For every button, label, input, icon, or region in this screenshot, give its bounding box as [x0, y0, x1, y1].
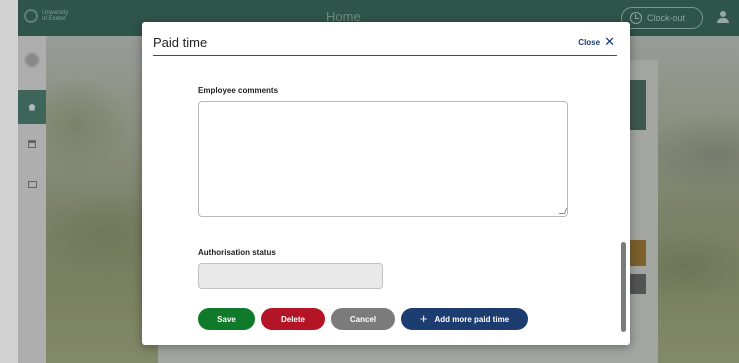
- delete-button[interactable]: Delete: [261, 308, 325, 330]
- close-label: Close: [578, 37, 601, 47]
- modal-title: Paid time: [153, 35, 208, 50]
- authorisation-status-field: [198, 263, 383, 289]
- employee-comments-field[interactable]: [198, 101, 568, 217]
- save-button[interactable]: Save: [198, 308, 255, 330]
- authorisation-status-label: Authorisation status: [198, 248, 276, 257]
- close-button[interactable]: Close ✕: [578, 34, 615, 49]
- plus-icon: +: [419, 311, 428, 326]
- close-icon: ✕: [604, 34, 615, 49]
- scrollbar-thumb[interactable]: [621, 242, 626, 332]
- add-more-paid-time-button[interactable]: + Add more paid time: [401, 308, 528, 330]
- employee-comments-label: Employee comments: [198, 86, 279, 95]
- add-more-label: Add more paid time: [434, 314, 510, 324]
- cancel-button[interactable]: Cancel: [331, 308, 395, 330]
- header-divider: [153, 55, 617, 56]
- paid-time-modal: Paid time Close ✕ Employee comments Auth…: [142, 22, 630, 345]
